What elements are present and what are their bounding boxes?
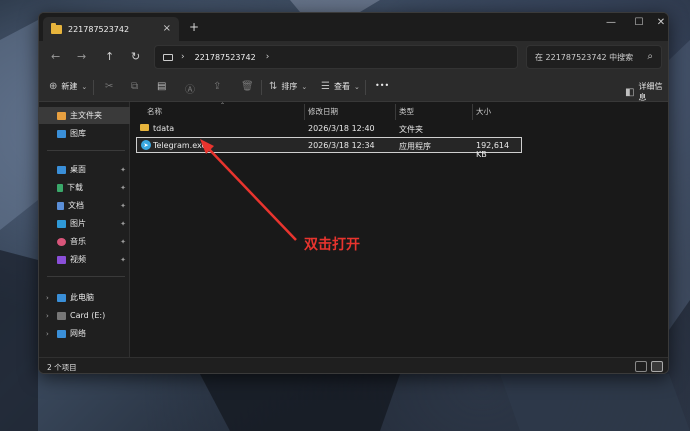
annotation-arrow (200, 139, 297, 241)
arrow-line (205, 145, 297, 241)
annotation-text: 双击打开 (304, 237, 360, 253)
